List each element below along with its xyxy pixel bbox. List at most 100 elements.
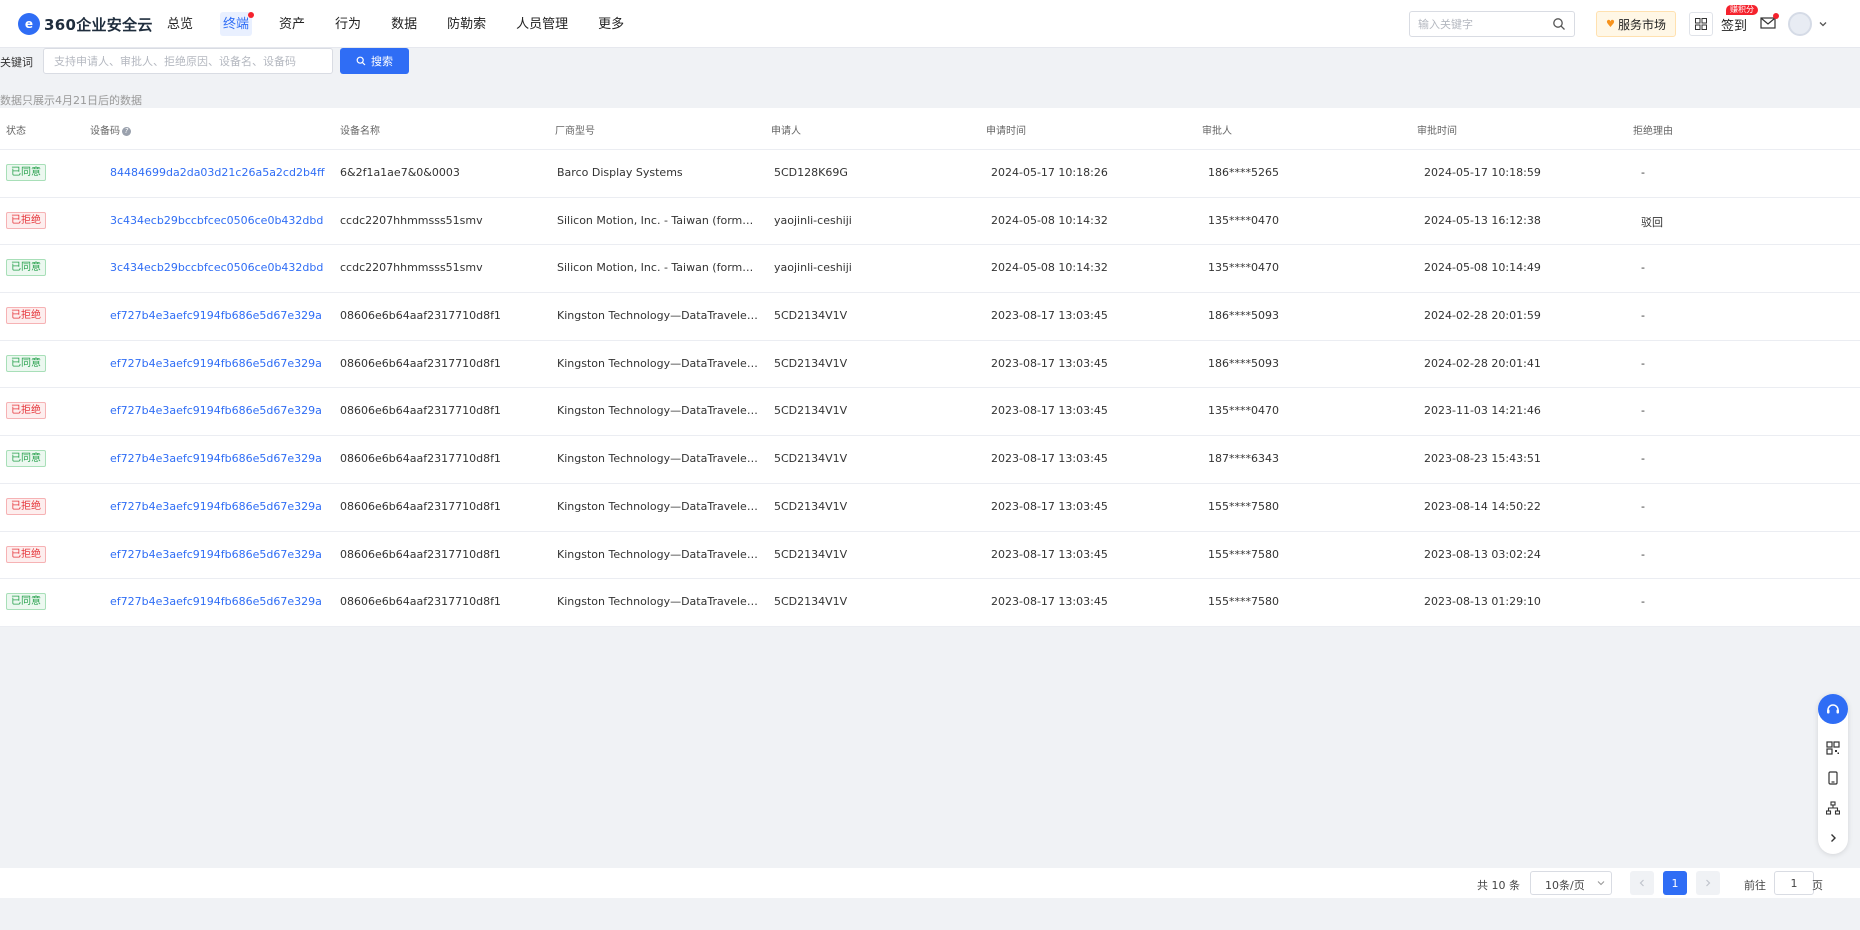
top-bar: e 360企业安全云 总览 终端 资产 行为 数据 防勒索 人员管理 更多 ♥ … [0,0,1860,48]
apply-time-cell: 2023-08-17 13:03:45 [991,404,1108,418]
device-name-cell: 08606e6b64aaf2317710d8f1 [340,404,501,418]
applicant-cell: 5CD2134V1V [774,404,848,418]
apply-time-cell: 2023-08-17 13:03:45 [991,595,1108,609]
approver-cell: 135****0470 [1208,261,1279,275]
nav-item-overview[interactable]: 总览 [156,0,204,48]
col-device-name: 设备名称 [340,126,380,137]
approve-time-cell: 2023-08-13 01:29:10 [1424,595,1541,609]
device-code-link[interactable]: ef727b4e3aefc9194fb686e5d67e329a [110,309,322,322]
table-header: 状态 设备码? 设备名称 厂商型号 申请人 申请时间 审批人 审批时间 拒绝理由 [0,108,1860,150]
keyword-label: 关键词 [0,56,33,69]
logo[interactable]: e 360企业安全云 [18,11,153,37]
vendor-model-cell: Kingston Technology—DataTraveler 100 G3 [557,547,760,561]
chevron-down-icon[interactable] [1818,19,1828,29]
nav-item-ransomware[interactable]: 防勒索 [436,0,497,48]
approver-cell: 186****5093 [1208,356,1279,370]
apply-time-cell: 2023-08-17 13:03:45 [991,309,1108,323]
applicant-cell: 5CD2134V1V [774,356,848,370]
reject-reason-cell: - [1641,309,1645,323]
device-code-link[interactable]: ef727b4e3aefc9194fb686e5d67e329a [110,548,322,561]
goto-page-input[interactable] [1774,871,1814,895]
approver-cell: 155****7580 [1208,547,1279,561]
help-icon[interactable]: ? [122,127,131,136]
keyword-input[interactable] [43,48,333,74]
device-code-link[interactable]: ef727b4e3aefc9194fb686e5d67e329a [110,500,322,513]
col-reject-reason: 拒绝理由 [1633,126,1673,137]
table-body: 已同意 84484699da2da03d21c26a5a2cd2b4ff 6&2f1… [0,150,1860,627]
vendor-model-cell: Kingston Technology—DataTraveler 100 G3 [557,595,760,609]
device-code-link[interactable]: ef727b4e3aefc9194fb686e5d67e329a [110,404,322,417]
reject-reason-cell: - [1641,499,1645,513]
device-code-link[interactable]: 3c434ecb29bccbfcec0506ce0b432dbd [110,261,323,274]
nav-item-assets[interactable]: 资产 [268,0,316,48]
approve-time-cell: 2024-05-13 16:12:38 [1424,213,1541,227]
status-badge: 已拒绝 [6,545,46,563]
applicant-cell: 5CD2134V1V [774,595,848,609]
next-page-button[interactable] [1696,871,1720,895]
col-status: 状态 [6,126,26,137]
collapse-toolbar-button[interactable] [1821,826,1845,850]
reject-reason-cell: - [1641,595,1645,609]
device-code-link[interactable]: 84484699da2da03d21c26a5a2cd2b4ff [110,166,325,179]
nav-item-endpoint[interactable]: 终端 [212,0,260,48]
service-market-button[interactable]: ♥ 服务市场 [1596,11,1676,37]
vendor-model-cell: Kingston Technology—DataTraveler 100 G3 [557,404,760,418]
reject-reason-cell: 驳回 [1641,215,1663,229]
mobile-icon [1828,771,1838,785]
apply-time-cell: 2023-08-17 13:03:45 [991,452,1108,466]
chevron-right-icon [1706,879,1711,887]
notification-dot [248,12,255,18]
avatar[interactable] [1788,12,1812,36]
device-name-cell: ccdc2207hhmmsss51smv [340,261,483,275]
device-code-link[interactable]: ef727b4e3aefc9194fb686e5d67e329a [110,595,322,608]
search-icon[interactable] [1552,17,1566,31]
status-badge: 已同意 [6,593,46,611]
applicant-cell: 5CD128K69G [774,166,848,179]
page-size-select[interactable]: 10条/页 [1530,871,1612,895]
apply-time-cell: 2024-05-08 10:14:32 [991,213,1108,227]
nav-item-behavior[interactable]: 行为 [324,0,372,48]
status-badge: 已同意 [6,259,46,277]
col-approver: 审批人 [1202,126,1232,137]
mobile-button[interactable] [1821,766,1845,790]
device-code-link[interactable]: 3c434ecb29bccbfcec0506ce0b432dbd [110,214,323,227]
device-name-cell: 08606e6b64aaf2317710d8f1 [340,547,501,561]
qr-code-button[interactable] [1821,736,1845,760]
reject-reason-cell: - [1641,166,1645,179]
page-1-button[interactable]: 1 [1663,871,1687,895]
nav-item-more[interactable]: 更多 [587,0,635,48]
vendor-model-cell: Silicon Motion, Inc. - Taiwan (formerly … [557,213,760,227]
header-search-input[interactable] [1410,12,1556,36]
signin-button[interactable]: 签到 [1721,15,1747,34]
vendor-model-cell: Barco Display Systems [557,166,683,179]
device-name-cell: 08606e6b64aaf2317710d8f1 [340,499,501,513]
approver-cell: 135****0470 [1208,213,1279,227]
approve-time-cell: 2024-02-28 20:01:41 [1424,356,1541,370]
nav-item-people[interactable]: 人员管理 [505,0,579,48]
applicant-cell: yaojinli-ceshiji [774,261,852,275]
org-structure-button[interactable] [1821,796,1845,820]
points-badge: 赚积分 [1726,5,1758,15]
device-name-cell: 08606e6b64aaf2317710d8f1 [340,452,501,466]
table-row: 已同意 ef727b4e3aefc9194fb686e5d67e329a 08606… [0,341,1860,389]
search-button[interactable]: 搜索 [340,48,409,74]
apps-grid-button[interactable] [1689,12,1713,36]
col-approve-time: 审批时间 [1417,126,1457,137]
device-code-link[interactable]: ef727b4e3aefc9194fb686e5d67e329a [110,452,322,465]
customer-service-button[interactable] [1818,694,1848,724]
device-code-link[interactable]: ef727b4e3aefc9194fb686e5d67e329a [110,357,322,370]
device-name-cell: 08606e6b64aaf2317710d8f1 [340,595,501,609]
approve-time-cell: 2023-11-03 14:21:46 [1424,404,1541,418]
floating-toolbar [1818,694,1848,854]
total-count: 共 10 条 [1477,879,1520,892]
approver-cell: 155****7580 [1208,499,1279,513]
nav-item-data[interactable]: 数据 [380,0,428,48]
prev-page-button[interactable] [1630,871,1654,895]
status-badge: 已同意 [6,450,46,468]
main-nav: 总览 终端 资产 行为 数据 防勒索 人员管理 更多 [156,0,643,48]
status-badge: 已同意 [6,164,46,181]
col-device-code: 设备码? [90,122,131,137]
approval-table: 状态 设备码? 设备名称 厂商型号 申请人 申请时间 审批人 审批时间 拒绝理由… [0,108,1860,627]
applicant-cell: yaojinli-ceshiji [774,213,852,227]
vendor-model-cell: Kingston Technology—DataTraveler 100 G3 [557,309,760,323]
